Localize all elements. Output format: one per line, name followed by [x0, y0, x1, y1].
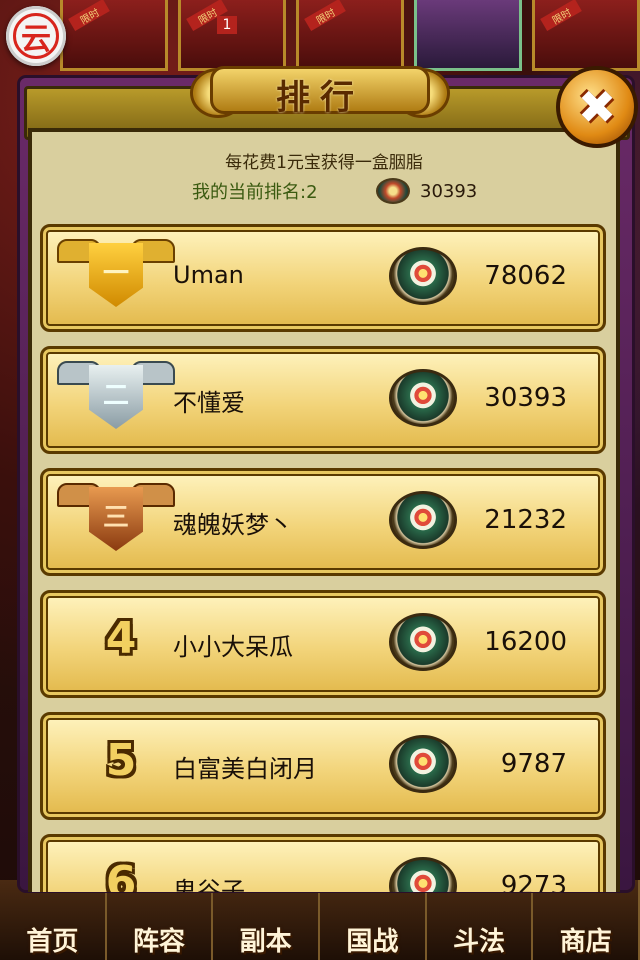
nav-label: 国战	[346, 927, 399, 957]
bottom-navigation: 首页 阵容 副本 国战 斗法 商店	[0, 880, 640, 960]
rouge-box-icon	[389, 857, 457, 892]
rank-number: 5	[105, 735, 137, 786]
gold-rank-badge-icon: 一	[57, 235, 175, 315]
panel-title: 排行	[276, 78, 364, 118]
nav-label: 商店	[559, 927, 612, 957]
rouge-box-icon	[389, 369, 457, 427]
nav-shop[interactable]: 商店	[533, 880, 640, 960]
player-score: 30393	[484, 383, 567, 413]
cloud-app-button[interactable]: 云	[6, 6, 66, 66]
nav-label: 副本	[239, 927, 292, 957]
nav-label: 阵容	[133, 927, 186, 957]
rank-label: 一	[89, 243, 143, 307]
rouge-box-icon	[389, 613, 457, 671]
rank-label: 三	[89, 487, 143, 551]
rouge-box-icon	[389, 735, 457, 793]
my-score: 30393	[376, 178, 477, 204]
bronze-rank-badge-icon: 三	[57, 479, 175, 559]
player-score: 78062	[484, 261, 567, 291]
close-button[interactable]: ✖	[556, 66, 638, 148]
my-rank-text: 我的当前排名:2	[192, 182, 318, 203]
player-score: 9787	[500, 749, 567, 779]
ranking-list[interactable]: 一 Uman 78062 二 不懂爱 30393 三 魂魄妖梦丶 21232 4…	[40, 224, 606, 892]
item-slot[interactable]: 限时	[532, 0, 640, 71]
nav-lineup[interactable]: 阵容	[107, 880, 214, 960]
ranking-panel-body: 每花费1元宝获得一盒胭脂 我的当前排名:2 30393 一 Uman 78062…	[28, 128, 620, 892]
ranking-row[interactable]: 6 鬼谷子 9273	[40, 834, 606, 892]
limited-ribbon: 限时	[540, 0, 582, 32]
player-name: 魂魄妖梦丶	[173, 511, 293, 539]
nav-label: 斗法	[453, 927, 506, 957]
nav-nation-war[interactable]: 国战	[320, 880, 427, 960]
silver-rank-badge-icon: 二	[57, 357, 175, 437]
player-name: 白富美白闭月	[173, 755, 317, 783]
close-icon: ✖	[577, 80, 617, 134]
limited-ribbon: 限时	[68, 0, 110, 32]
ranking-row[interactable]: 4 小小大呆瓜 16200	[40, 590, 606, 698]
rouge-box-icon	[376, 178, 410, 204]
item-slot[interactable]: 限时	[60, 0, 168, 71]
limited-ribbon: 限时	[304, 0, 346, 32]
ranking-row[interactable]: 5 白富美白闭月 9787	[40, 712, 606, 820]
player-score: 16200	[484, 627, 567, 657]
item-count-badge: 1	[217, 16, 237, 34]
player-name: Uman	[173, 261, 244, 289]
ranking-row[interactable]: 三 魂魄妖梦丶 21232	[40, 468, 606, 576]
player-name: 小小大呆瓜	[173, 633, 293, 661]
rank-number: 6	[105, 857, 137, 892]
player-score: 21232	[484, 505, 567, 535]
title-plaque: 排行	[190, 58, 450, 122]
rouge-box-icon	[389, 247, 457, 305]
reward-info-text: 每花费1元宝获得一盒胭脂	[225, 153, 423, 173]
ranking-row[interactable]: 二 不懂爱 30393	[40, 346, 606, 454]
ranking-row[interactable]: 一 Uman 78062	[40, 224, 606, 332]
player-name: 不懂爱	[173, 389, 245, 417]
nav-label: 首页	[26, 927, 79, 957]
player-name: 鬼谷子	[173, 877, 245, 892]
cloud-logo-icon: 云	[13, 13, 59, 59]
nav-dungeon[interactable]: 副本	[213, 880, 321, 960]
rouge-box-icon	[389, 491, 457, 549]
rank-number: 4	[105, 613, 137, 664]
nav-home[interactable]: 首页	[0, 880, 107, 960]
rank-label: 二	[89, 365, 143, 429]
nav-duel[interactable]: 斗法	[427, 880, 534, 960]
my-score-value: 30393	[420, 180, 478, 202]
player-score: 9273	[500, 871, 567, 892]
